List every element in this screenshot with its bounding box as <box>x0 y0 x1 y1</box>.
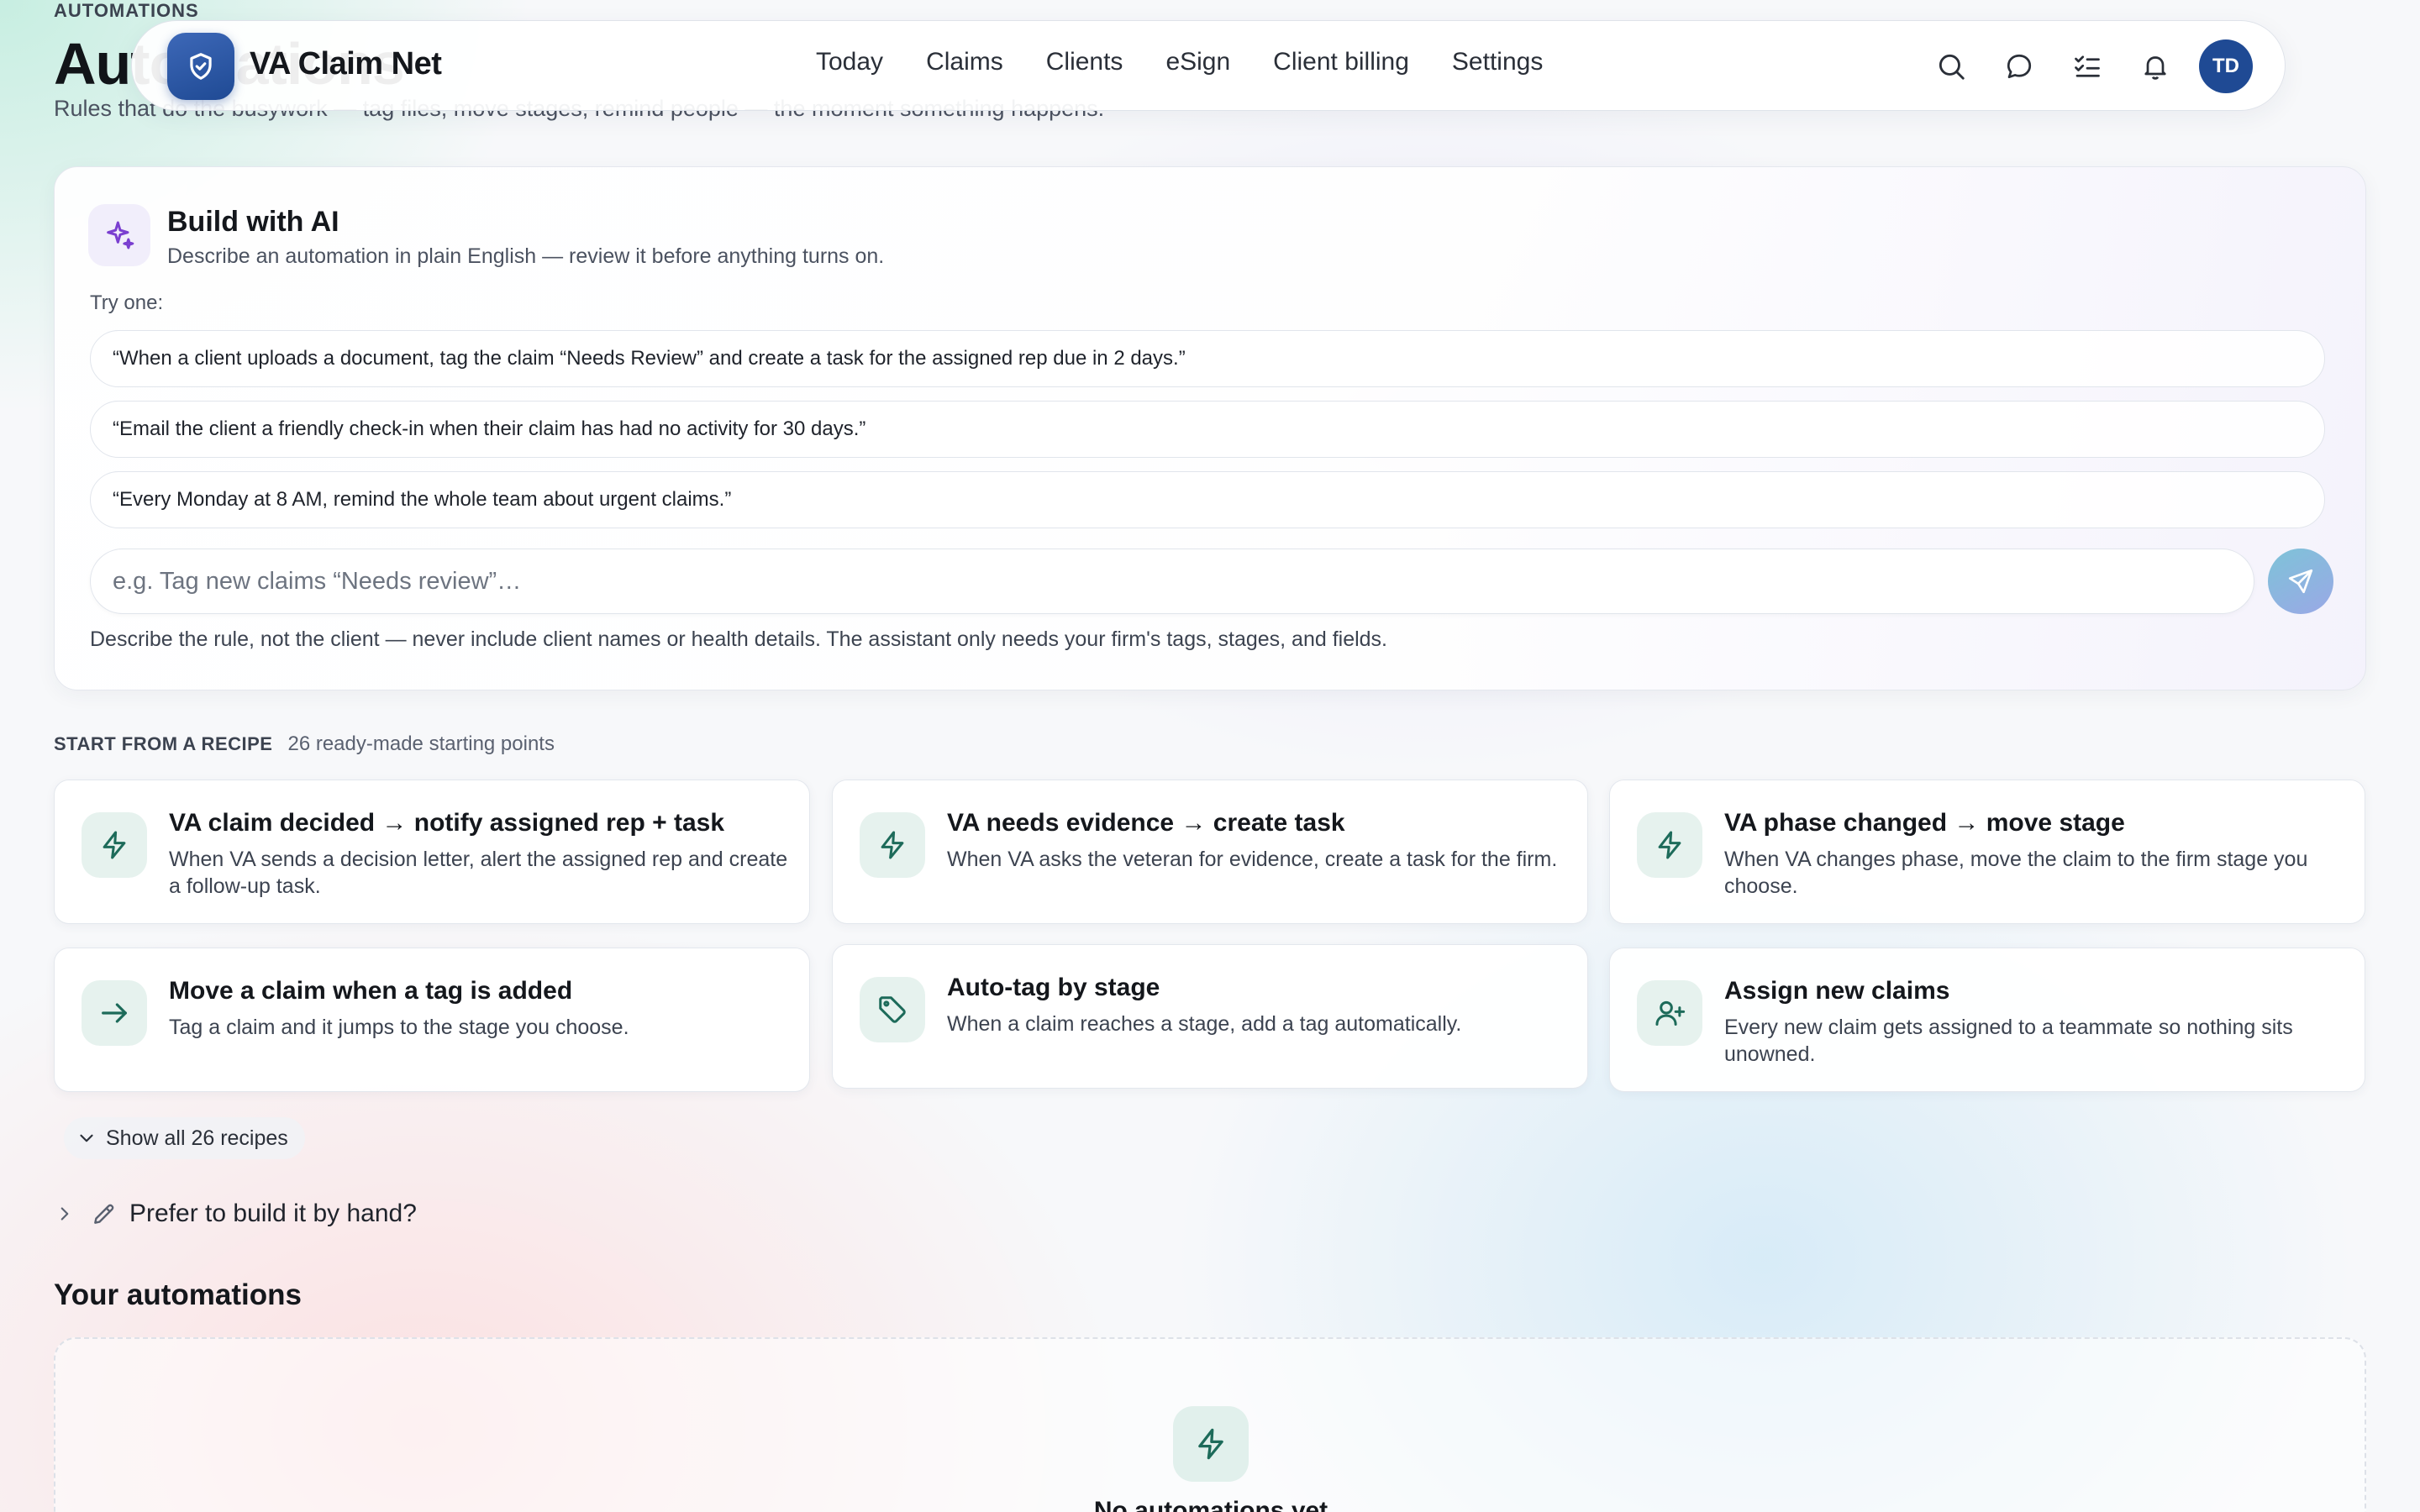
sparkles-icon <box>107 221 134 249</box>
search-icon <box>1939 54 1965 80</box>
pencil-icon <box>94 1204 114 1224</box>
recipes-label: START FROM A RECIPE <box>54 733 273 754</box>
nav-link-esign[interactable]: eSign <box>1165 48 1230 76</box>
recipe-card[interactable]: Move a claim when a tag is added Tag a c… <box>54 948 810 1092</box>
recipe-card[interactable]: VA claim decided → notify assigned rep +… <box>54 780 810 924</box>
automations-empty-state: No automations yet <box>54 1337 2366 1512</box>
recipe-card[interactable]: VA needs evidence → create task When VA … <box>832 780 1588 924</box>
show-all-label: Show all 26 recipes <box>106 1126 288 1150</box>
top-navigation: VA Claim Net Today Claims Clients eSign … <box>131 20 2286 111</box>
recipe-title: Move a claim when a tag is added <box>169 977 573 1005</box>
recipe-title: VA claim decided → notify assigned rep +… <box>169 809 725 837</box>
page-eyebrow: AUTOMATIONS <box>54 0 199 21</box>
chevron-down-icon <box>80 1134 93 1142</box>
lightning-icon <box>103 831 126 859</box>
user-plus-icon <box>1655 1000 1686 1026</box>
nav-link-clients[interactable]: Clients <box>1046 48 1123 76</box>
your-automations-title: Your automations <box>54 1278 302 1311</box>
nav-link-claims[interactable]: Claims <box>926 48 1003 76</box>
privacy-note: Describe the rule, not the client — neve… <box>90 627 1388 651</box>
brand-logo[interactable] <box>167 33 234 100</box>
search-button[interactable] <box>1924 39 1978 93</box>
recipe-description: When a claim reaches a stage, add a tag … <box>947 1012 1462 1036</box>
recipe-description: When VA sends a decision letter, alert t… <box>169 848 788 898</box>
ai-prompt-input[interactable] <box>90 549 2254 614</box>
send-button[interactable] <box>2268 549 2333 614</box>
tasks-icon <box>2075 55 2100 77</box>
nav-actions: TD <box>1910 39 2253 93</box>
recipe-icon-badge <box>82 812 147 878</box>
nav-link-client-billing[interactable]: Client billing <box>1273 48 1409 76</box>
suggestion-chip[interactable]: “Every Monday at 8 AM, remind the whole … <box>90 471 2325 528</box>
suggestion-chip[interactable]: “When a client uploads a document, tag t… <box>90 330 2325 387</box>
build-by-hand-toggle[interactable]: Prefer to build it by hand? <box>54 1200 417 1228</box>
ai-builder-title: Build with AI <box>167 206 339 238</box>
recipe-title: Auto-tag by stage <box>947 974 1160 1001</box>
suggestion-chip[interactable]: “Email the client a friendly check-in wh… <box>90 401 2325 458</box>
recipe-icon-badge <box>1637 812 1702 878</box>
recipe-icon-badge <box>860 977 925 1042</box>
bell-icon <box>2144 56 2166 80</box>
user-avatar[interactable]: TD <box>2199 39 2253 93</box>
recipe-description: Every new claim gets assigned to a teamm… <box>1724 1016 2293 1066</box>
lightning-icon <box>1198 1428 1223 1460</box>
recipe-card[interactable]: Auto-tag by stage When a claim reaches a… <box>832 944 1588 1089</box>
nav-links: Today Claims Clients eSign Client billin… <box>816 48 1586 76</box>
ai-icon-badge <box>88 204 150 266</box>
recipe-card[interactable]: Assign new claims Every new claim gets a… <box>1609 948 2365 1092</box>
lightning-icon <box>881 831 904 859</box>
build-with-ai-card: Build with AI Describe an automation in … <box>54 166 2366 690</box>
nav-link-settings[interactable]: Settings <box>1452 48 1543 76</box>
empty-state-icon-badge <box>1173 1406 1249 1482</box>
tasks-button[interactable] <box>2060 39 2114 93</box>
recipe-title: VA needs evidence → create task <box>947 809 1345 837</box>
messages-button[interactable] <box>1992 39 2046 93</box>
nav-link-today[interactable]: Today <box>816 48 883 76</box>
automations-page: AUTOMATIONS Automations Rules that do th… <box>0 0 2420 1512</box>
recipe-icon-badge <box>860 812 925 878</box>
recipes-header: START FROM A RECIPE 26 ready-made starti… <box>54 732 555 756</box>
recipe-title: Assign new claims <box>1724 977 1950 1005</box>
recipe-icon-badge <box>1637 980 1702 1046</box>
build-by-hand-label: Prefer to build it by hand? <box>129 1200 417 1227</box>
arrow-right-icon <box>102 1003 127 1023</box>
lightning-icon <box>1658 831 1681 859</box>
shield-check-icon <box>190 53 212 80</box>
show-all-recipes-button[interactable]: Show all 26 recipes <box>64 1117 305 1159</box>
brand-name[interactable]: VA Claim Net <box>250 46 442 82</box>
empty-state-text: No automations yet <box>1093 1497 1328 1512</box>
recipe-description: When VA asks the veteran for evidence, c… <box>947 848 1558 871</box>
recipe-card[interactable]: VA phase changed → move stage When VA ch… <box>1609 780 2365 924</box>
send-icon <box>2288 569 2313 594</box>
recipes-count: 26 ready-made starting points <box>287 732 555 755</box>
recipe-title: VA phase changed → move stage <box>1724 809 2125 837</box>
recipe-description: When VA changes phase, move the claim to… <box>1724 848 2308 898</box>
recipe-description: Tag a claim and it jumps to the stage yo… <box>169 1016 629 1039</box>
tag-icon <box>879 996 906 1023</box>
chevron-right-icon <box>60 1207 69 1221</box>
chat-icon <box>2007 54 2032 79</box>
ai-builder-description: Describe an automation in plain English … <box>167 244 885 268</box>
try-one-label: Try one: <box>90 291 164 314</box>
recipe-icon-badge <box>82 980 147 1046</box>
notifications-button[interactable] <box>2128 39 2182 93</box>
